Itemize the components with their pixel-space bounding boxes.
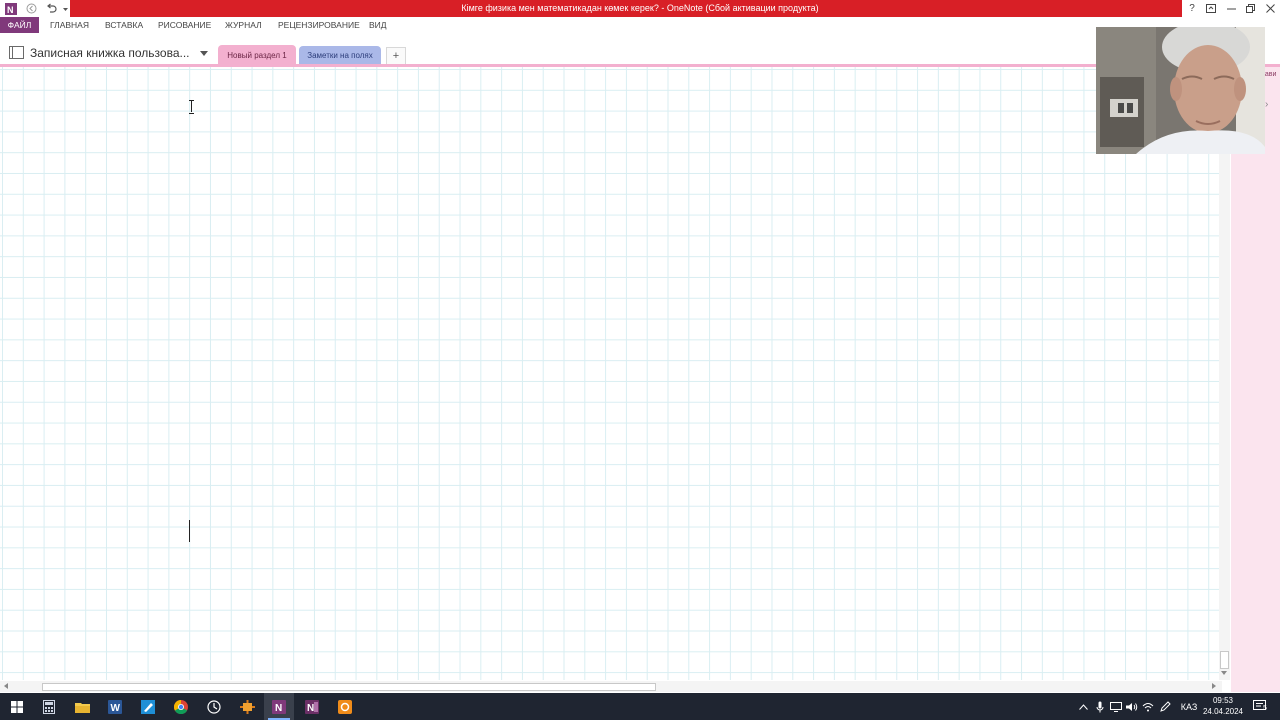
section-bar: Записная книжка пользова... Новый раздел… [0, 41, 1280, 66]
restore-icon[interactable] [1243, 0, 1257, 17]
notifications-icon[interactable]: 5 [1250, 693, 1270, 720]
notifications-count: 5 [1263, 705, 1267, 712]
tab-review[interactable]: РЕЦЕНЗИРОВАНИЕ [278, 17, 360, 33]
network-icon[interactable] [1109, 693, 1123, 720]
language-indicator[interactable]: КАЗ [1178, 693, 1200, 720]
customize-toolbar-icon[interactable] [61, 0, 69, 17]
title-bar: N Кімге физика мен математикадан көмек к… [0, 0, 1280, 17]
scroll-left-icon[interactable] [4, 683, 8, 689]
file-explorer-icon[interactable] [67, 693, 97, 720]
tab-file[interactable]: ФАЙЛ [0, 17, 39, 33]
ribbon-tabs: ФАЙЛ ГЛАВНАЯ ВСТАВКА РИСОВАНИЕ ЖУРНАЛ РЕ… [0, 17, 1280, 33]
mouse-ibeam-cursor-icon [189, 100, 195, 114]
help-icon[interactable]: ? [1185, 0, 1199, 17]
word-icon[interactable]: W [100, 693, 130, 720]
paint-icon[interactable] [133, 693, 163, 720]
section-tab-side-notes[interactable]: Заметки на полях [299, 46, 381, 65]
notebook-icon[interactable] [9, 46, 24, 59]
text-caret [189, 520, 190, 542]
vertical-scrollbar[interactable] [1219, 67, 1230, 680]
page-canvas[interactable] [0, 67, 1222, 680]
pen-icon[interactable] [1158, 693, 1172, 720]
webcam-overlay [1096, 27, 1265, 154]
back-icon[interactable] [23, 0, 39, 17]
undo-icon[interactable] [43, 0, 59, 17]
clock-app-icon[interactable] [199, 693, 229, 720]
calculator-icon[interactable] [34, 693, 64, 720]
microphone-icon[interactable] [1093, 693, 1107, 720]
tab-home[interactable]: ГЛАВНАЯ [50, 17, 89, 33]
add-section-button[interactable]: + [386, 47, 406, 64]
svg-text:W: W [111, 703, 121, 714]
minimize-icon[interactable] [1224, 0, 1238, 17]
horizontal-scrollbar-thumb[interactable] [42, 683, 656, 691]
window-title: Кімге физика мен математикадан көмек кер… [461, 3, 819, 13]
onenote-2-taskbar-icon[interactable]: N [297, 693, 327, 720]
clock-date: 24.04.2024 [1202, 707, 1244, 716]
wifi-icon[interactable] [1141, 693, 1155, 720]
start-windows-icon[interactable] [2, 693, 32, 720]
notebook-dropdown-icon[interactable] [200, 51, 208, 56]
collapse-pane-icon[interactable]: › [1265, 99, 1268, 110]
chrome-icon[interactable] [166, 693, 196, 720]
app-icon[interactable] [232, 693, 262, 720]
tab-draw[interactable]: РИСОВАНИЕ [158, 17, 211, 33]
orange-app-icon[interactable] [330, 693, 360, 720]
onenote-app-icon[interactable]: N [3, 0, 19, 17]
svg-text:N: N [307, 703, 314, 714]
clock[interactable]: 09:53 24.04.2024 [1200, 695, 1246, 717]
section-tab-new-section-1[interactable]: Новый раздел 1 [218, 45, 296, 66]
scroll-right-icon[interactable] [1212, 683, 1216, 689]
onenote-window: N Кімге физика мен математикадан көмек к… [0, 0, 1280, 720]
volume-icon[interactable] [1125, 693, 1139, 720]
onenote-taskbar-icon[interactable]: N [264, 693, 294, 720]
svg-text:N: N [275, 703, 282, 714]
webcam-image [1096, 27, 1265, 154]
scroll-down-icon[interactable] [1221, 671, 1227, 675]
close-icon[interactable] [1263, 0, 1277, 17]
tab-insert[interactable]: ВСТАВКА [105, 17, 143, 33]
tray-chevron-up-icon[interactable] [1076, 693, 1090, 720]
clock-time: 09:53 [1212, 696, 1234, 705]
pages-pane: бави › [1231, 67, 1280, 692]
tab-view[interactable]: ВИД [369, 17, 387, 33]
notebook-name[interactable]: Записная книжка пользова... [30, 46, 190, 60]
vertical-scrollbar-thumb[interactable] [1220, 651, 1229, 669]
tab-history[interactable]: ЖУРНАЛ [225, 17, 262, 33]
ribbon-display-icon[interactable] [1204, 0, 1218, 17]
svg-text:N: N [7, 5, 14, 15]
